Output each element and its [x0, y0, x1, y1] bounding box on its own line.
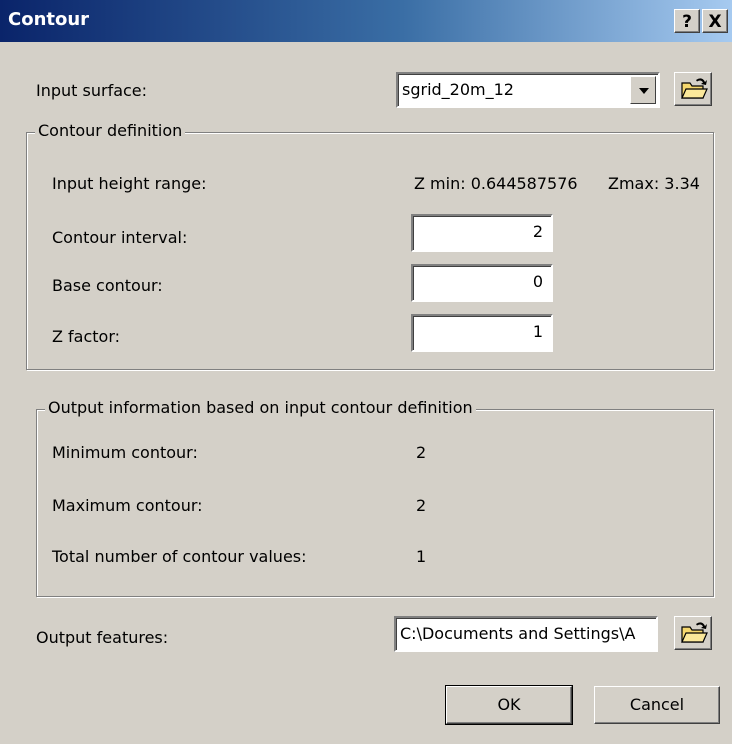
input-surface-dropdown[interactable]: sgrid_20m_12: [396, 72, 660, 108]
ok-button[interactable]: OK: [445, 685, 573, 725]
contour-definition-legend: Contour definition: [35, 121, 186, 140]
output-features-value: C:\Documents and Settings\A: [400, 624, 636, 643]
contour-interval-value: 2: [532, 222, 543, 241]
total-contour-values-value: 1: [416, 547, 427, 566]
output-features-browse-button[interactable]: [674, 616, 712, 650]
chevron-down-icon[interactable]: [630, 76, 656, 104]
maximum-contour-value: 2: [416, 496, 427, 515]
minimum-contour-label: Minimum contour:: [52, 443, 198, 462]
input-height-range-label: Input height range:: [52, 174, 207, 193]
base-contour-label: Base contour:: [52, 276, 163, 295]
base-contour-input[interactable]: 0: [411, 264, 553, 302]
output-features-input[interactable]: C:\Documents and Settings\A: [394, 616, 658, 652]
zmin-value: Z min: 0.644587576: [414, 174, 578, 193]
contour-dialog: Contour ? X Input surface: sgrid_20m_12 …: [0, 0, 732, 744]
window-title: Contour: [8, 9, 90, 30]
open-folder-icon: [681, 78, 708, 99]
contour-definition-group: [26, 132, 714, 370]
zmax-value: Zmax: 3.34: [608, 174, 700, 193]
open-folder-icon: [681, 622, 708, 643]
base-contour-value: 0: [532, 272, 543, 291]
maximum-contour-label: Maximum contour:: [52, 496, 203, 515]
input-surface-browse-button[interactable]: [674, 72, 712, 106]
input-surface-label: Input surface:: [36, 81, 148, 100]
z-factor-label: Z factor:: [52, 327, 121, 346]
z-factor-input[interactable]: 1: [411, 314, 553, 352]
input-surface-value: sgrid_20m_12: [402, 80, 514, 99]
cancel-button[interactable]: Cancel: [594, 686, 720, 724]
z-factor-value: 1: [532, 322, 543, 341]
close-button[interactable]: X: [702, 9, 728, 33]
help-button[interactable]: ?: [674, 9, 700, 33]
output-information-legend: Output information based on input contou…: [45, 398, 476, 417]
title-bar[interactable]: Contour ? X: [0, 0, 732, 42]
output-features-label: Output features:: [36, 628, 169, 647]
contour-interval-label: Contour interval:: [52, 228, 188, 247]
total-contour-values-label: Total number of contour values:: [52, 547, 307, 566]
minimum-contour-value: 2: [416, 443, 427, 462]
contour-interval-input[interactable]: 2: [411, 214, 553, 252]
